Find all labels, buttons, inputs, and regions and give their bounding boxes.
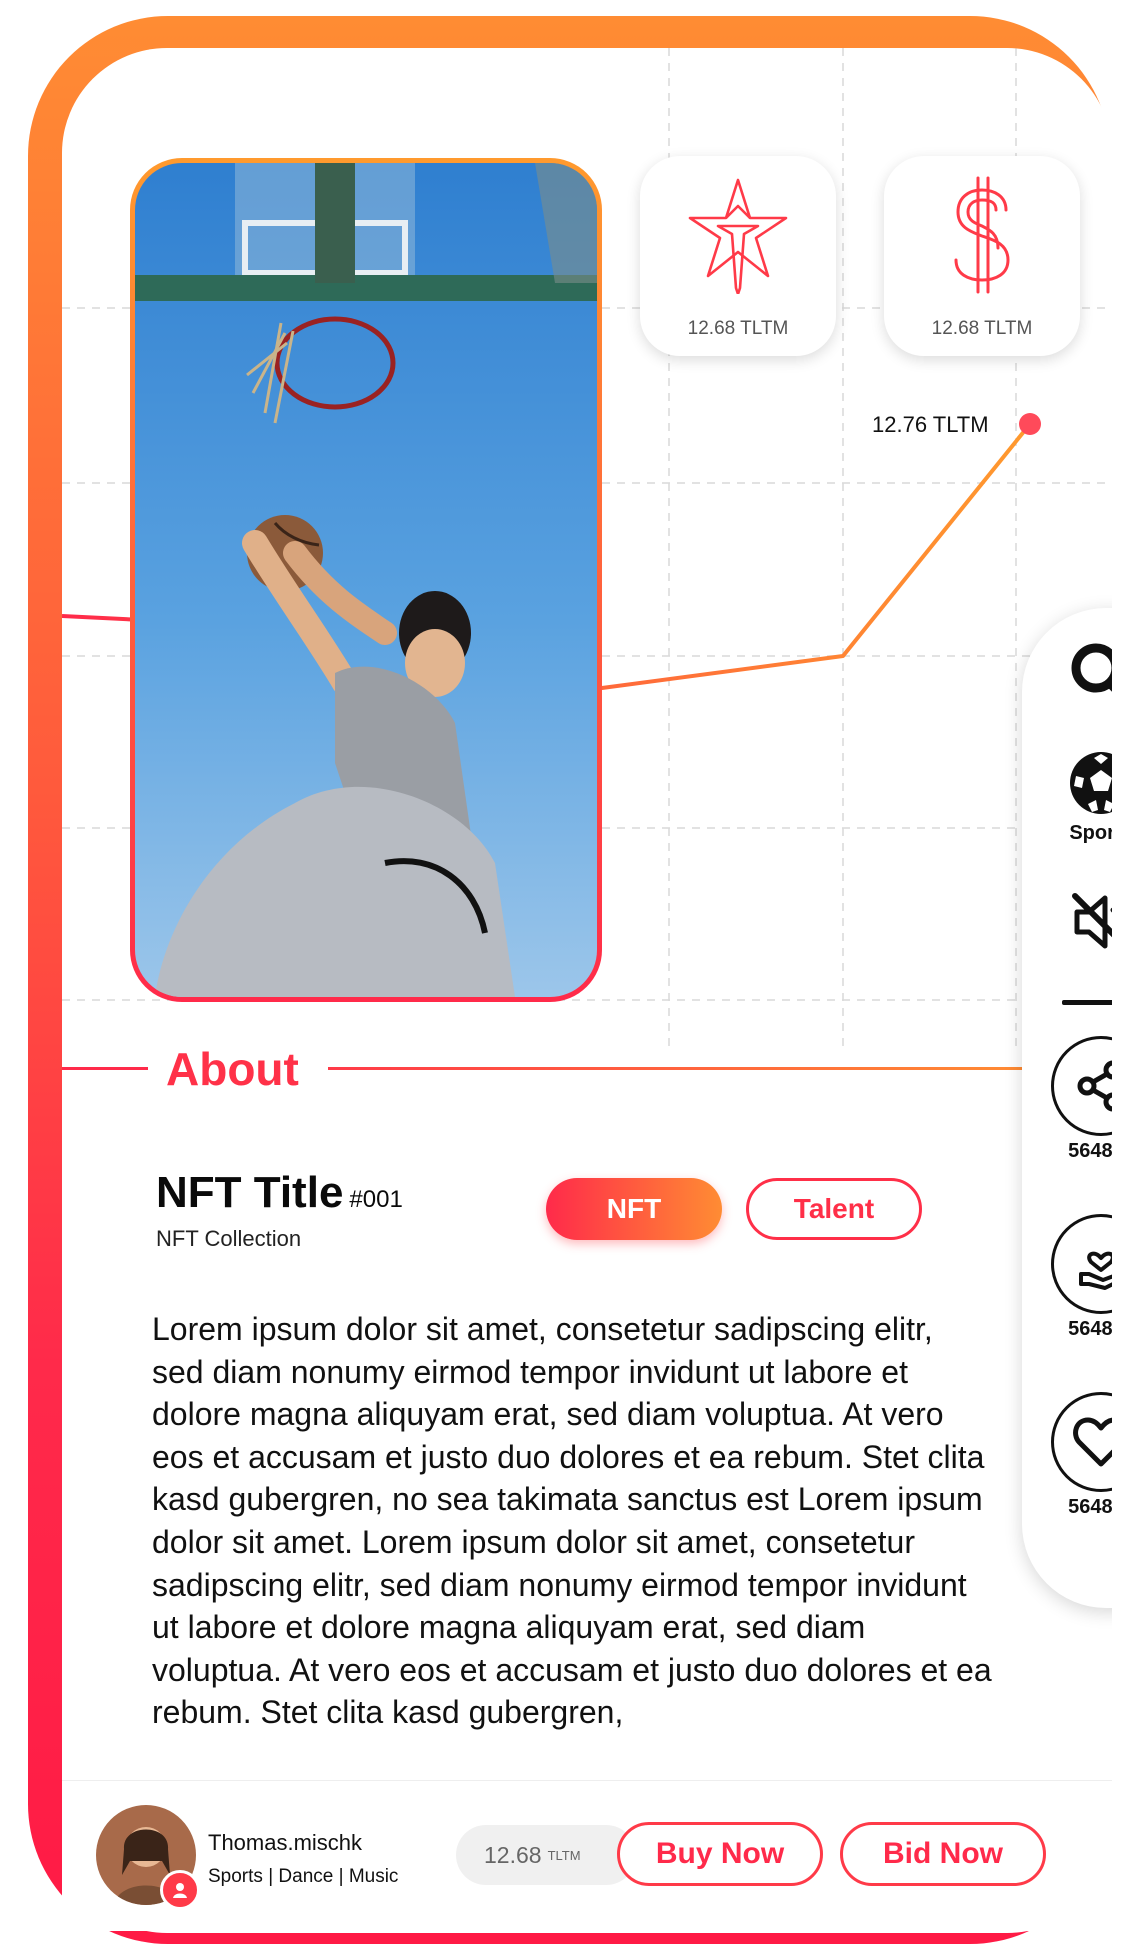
about-divider-right (328, 1067, 1028, 1070)
share-circle (1051, 1036, 1112, 1136)
creator-name[interactable]: Thomas.mischk (208, 1830, 362, 1856)
gift-circle (1051, 1214, 1112, 1314)
heart-icon (1073, 1417, 1112, 1467)
price-label: 12.76 TLTM (872, 412, 989, 437)
share-icon (1077, 1060, 1112, 1112)
search-icon (1071, 643, 1112, 693)
gift-count: 564811 (1068, 1318, 1112, 1340)
share-button[interactable]: 564811 (1042, 1036, 1112, 1163)
about-title: About (166, 1043, 299, 1095)
soccer-ball-icon (1070, 752, 1112, 814)
nft-image (135, 163, 597, 997)
sports-label: Sports (1069, 822, 1112, 844)
share-count: 564811 (1068, 1140, 1112, 1162)
search-button[interactable] (1042, 638, 1112, 708)
nft-description: Lorem ipsum dolor sit amet, consetetur s… (152, 1311, 992, 1731)
hand-heart-icon (1079, 1251, 1112, 1290)
screen: 12.76 TLTM 12.68 TLTM 12.68 TLTM About N… (62, 48, 1112, 1933)
like-circle (1051, 1392, 1112, 1492)
gift-button[interactable]: 564811 (1042, 1214, 1112, 1341)
mute-icon (1072, 893, 1112, 949)
verified-badge-icon (160, 1870, 200, 1910)
mute-button[interactable] (1042, 886, 1112, 958)
nft-number: #001 (349, 1186, 403, 1213)
star-logo-icon (688, 178, 788, 294)
tag-talent-button[interactable]: Talent (746, 1178, 922, 1240)
coin-value: 12.68 TLTM (687, 318, 789, 339)
tag-nft-button[interactable]: NFT (546, 1178, 722, 1240)
nft-media-card[interactable] (130, 158, 602, 1002)
creator-categories: Sports | Dance | Music (208, 1866, 399, 1887)
about-divider-left (62, 1067, 148, 1070)
like-count: 564811 (1068, 1496, 1112, 1518)
coin-card-dollar[interactable]: 12.68 TLTM (884, 156, 1080, 356)
nft-collection: NFT Collection (156, 1226, 302, 1251)
price-unit: TLTM (547, 1847, 581, 1863)
price-value: 12.68 (484, 1841, 542, 1868)
price-point[interactable] (1019, 413, 1041, 435)
nft-title-text: NFT Title (156, 1168, 344, 1217)
sports-filter-button[interactable]: Sports (1042, 748, 1112, 845)
buy-now-button[interactable]: Buy Now (617, 1822, 823, 1886)
side-panel-divider (1062, 1000, 1112, 1005)
bid-now-button[interactable]: Bid Now (840, 1822, 1046, 1886)
like-button[interactable]: 564811 (1042, 1392, 1112, 1519)
side-action-panel: Sports (1022, 608, 1112, 1608)
price-display: 12.68 TLTM (456, 1825, 636, 1885)
nft-title: NFT Title #001 (156, 1168, 403, 1218)
dollar-icon (954, 176, 1010, 294)
coin-card-star[interactable]: 12.68 TLTM (640, 156, 836, 356)
basketball-player-illustration (135, 163, 597, 997)
coin-value: 12.68 TLTM (931, 318, 1033, 339)
